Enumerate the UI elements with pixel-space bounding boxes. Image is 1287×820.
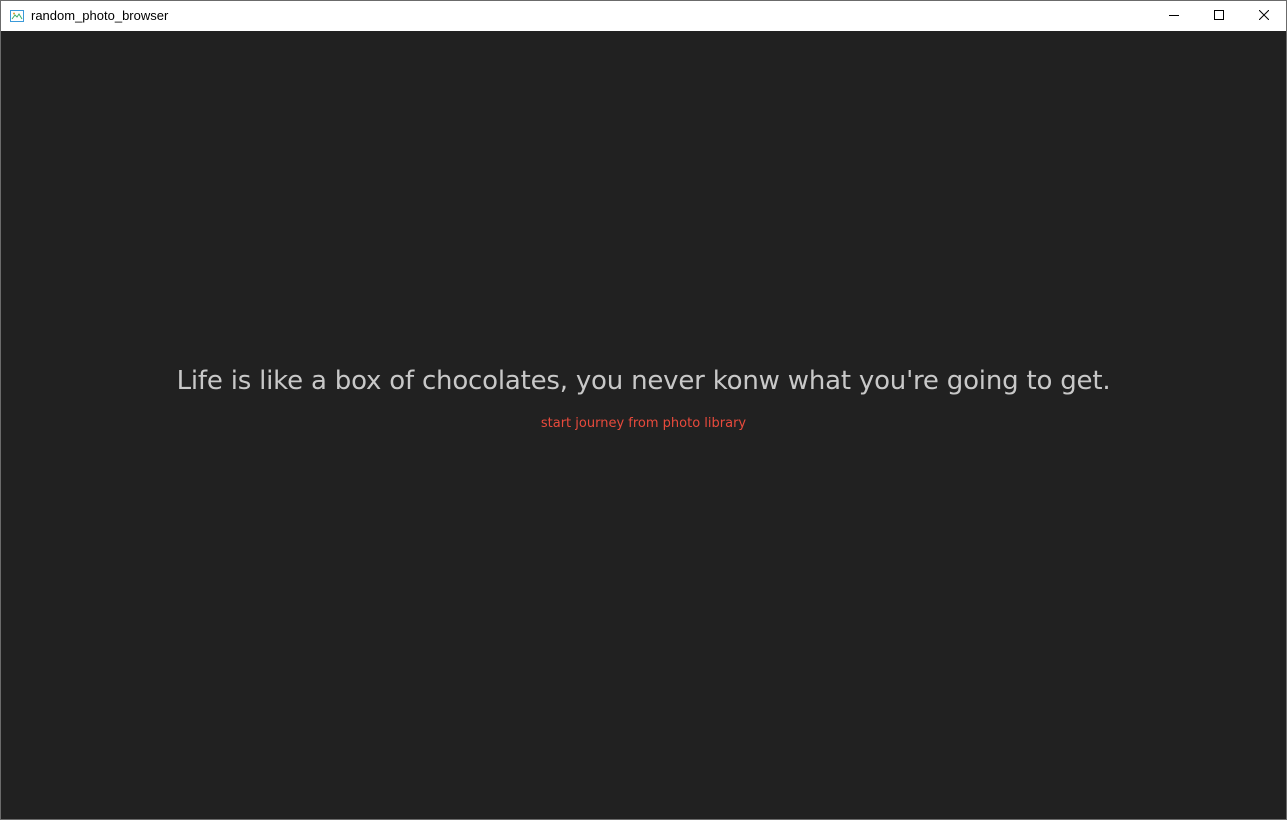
close-button[interactable]	[1241, 1, 1286, 31]
maximize-icon	[1213, 7, 1224, 25]
quote-text: Life is like a box of chocolates, you ne…	[176, 366, 1111, 396]
start-journey-link[interactable]: start journey from photo library	[1, 416, 1286, 431]
minimize-icon	[1168, 7, 1179, 25]
app-window: random_photo_browser Life is like a box …	[0, 0, 1287, 820]
close-icon	[1258, 7, 1269, 25]
title-bar[interactable]: random_photo_browser	[1, 1, 1286, 31]
image-icon	[10, 9, 24, 22]
maximize-button[interactable]	[1196, 1, 1241, 31]
main-content: Life is like a box of chocolates, you ne…	[1, 31, 1286, 819]
window-title: random_photo_browser	[31, 8, 169, 23]
minimize-button[interactable]	[1151, 1, 1196, 31]
